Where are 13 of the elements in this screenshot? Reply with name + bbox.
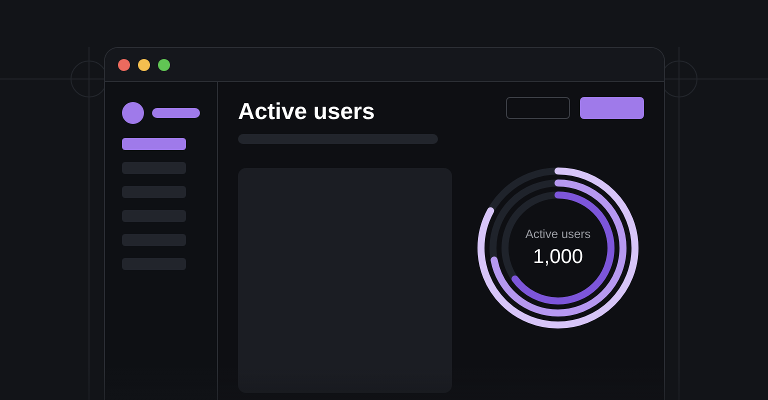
sidebar-item[interactable] xyxy=(122,186,186,198)
logo-icon xyxy=(122,102,144,124)
sidebar-item[interactable] xyxy=(122,162,186,174)
chart-label: Active users xyxy=(525,226,591,242)
sidebar-item[interactable] xyxy=(122,210,186,222)
logo-bar xyxy=(152,108,200,118)
sidebar-item[interactable] xyxy=(122,138,186,150)
sidebar-item[interactable] xyxy=(122,258,186,270)
sidebar-item[interactable] xyxy=(122,234,186,246)
page-title: Active users xyxy=(238,97,376,126)
header-button[interactable] xyxy=(580,97,644,119)
header-button[interactable] xyxy=(506,97,570,119)
chart-value: 1,000 xyxy=(532,245,584,270)
